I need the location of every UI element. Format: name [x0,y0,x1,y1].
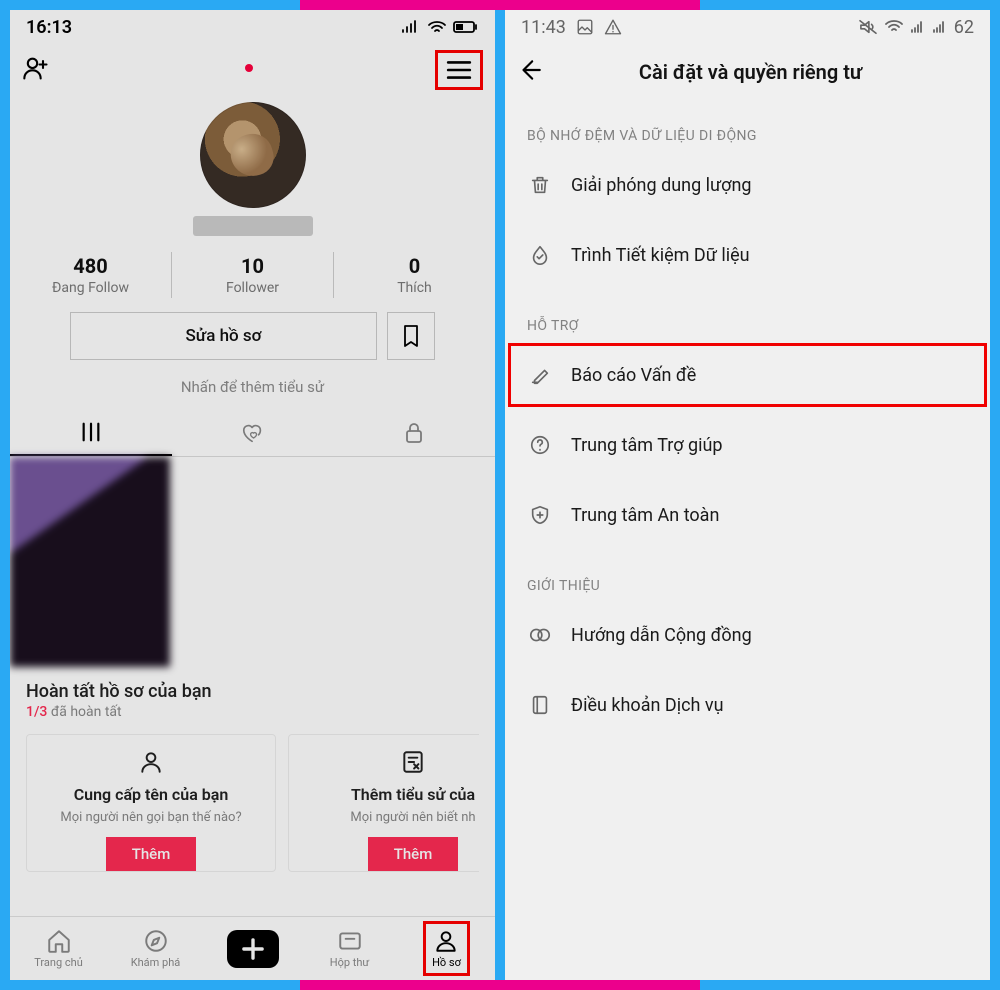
book-icon [527,694,553,716]
phone-right-settings: 11:43 62 Cài đặt và quyền riêng tư BỘ NH… [505,10,990,980]
bookmark-icon [401,324,421,348]
status-time: 16:13 [26,17,72,38]
question-icon [527,434,553,456]
row-free-space[interactable]: Giải phóng dung lượng [505,150,990,220]
stat-likes[interactable]: 0 Thích [333,252,495,298]
row-report-problem[interactable]: Báo cáo Vấn đề [505,340,990,410]
signal-icon [401,20,421,34]
warning-icon [604,18,622,36]
home-icon [46,928,72,954]
add-friend-icon[interactable] [22,54,50,86]
nav-discover[interactable]: Khám phá [107,928,204,969]
edit-note-icon [400,749,426,779]
status-bar: 11:43 62 [505,10,990,44]
bookmark-button[interactable] [387,312,435,360]
row-data-saver[interactable]: Trình Tiết kiệm Dữ liệu [505,220,990,290]
trash-icon [527,174,553,196]
compass-icon [143,928,169,954]
section-about-label: GIỚI THIỆU [505,550,990,600]
handle-redacted [193,216,313,236]
plus-icon [229,932,277,966]
card-add-bio-button[interactable]: Thêm [368,837,459,871]
section-support-label: HỖ TRỢ [505,290,990,340]
tab-private[interactable] [333,410,495,456]
content-tabs [10,410,495,457]
grid-icon [80,421,102,443]
row-safety-center[interactable]: Trung tâm An toàn [505,480,990,550]
inbox-icon [337,928,363,954]
video-thumbnail[interactable] [10,457,170,667]
droplet-icon [527,244,553,266]
decorative-strip-bottom [300,980,700,990]
complete-profile-title: Hoàn tất hồ sơ của bạn [26,681,479,702]
stats-row: 480 Đang Follow 10 Follower 0 Thích [10,252,495,298]
image-icon [576,18,594,36]
edit-profile-button[interactable]: Sửa hồ sơ [70,312,377,360]
avatar[interactable] [200,102,306,208]
row-terms-of-service[interactable]: Điều khoản Dịch vụ [505,670,990,740]
status-right-cluster [401,20,479,34]
card-add-name: Cung cấp tên của bạn Mọi người nên gọi b… [26,734,276,872]
nav-inbox[interactable]: Hộp thư [301,928,398,969]
heart-liked-icon [241,422,265,444]
tab-grid[interactable] [10,410,172,456]
decorative-strip-top [300,0,700,10]
tab-liked[interactable] [172,410,334,456]
battery-icon [453,20,479,34]
hamburger-menu-icon[interactable] [446,59,472,81]
wifi-icon [884,19,904,35]
status-time: 11:43 [521,17,566,38]
person-icon [138,749,164,779]
signal-icon [910,20,926,34]
profile-icon [433,928,459,954]
section-cache-label: BỘ NHỚ ĐỆM VÀ DỮ LIỆU DI ĐỘNG [505,100,990,150]
complete-profile-progress: 1/3 đã hoàn tất [26,704,479,720]
nav-home[interactable]: Trang chủ [10,928,107,969]
row-help-center[interactable]: Trung tâm Trợ giúp [505,410,990,480]
shield-icon [527,504,553,526]
stat-followers[interactable]: 10 Follower [171,252,333,298]
status-bar: 16:13 [10,10,495,44]
pencil-icon [527,364,553,386]
phone-left-profile: 16:13 [10,10,495,980]
card-add-name-button[interactable]: Thêm [106,837,197,871]
nav-create[interactable] [204,932,301,966]
rings-icon [527,624,553,646]
status-battery: 62 [954,17,974,38]
settings-title: Cài đặt và quyền riêng tư [523,60,978,84]
highlight-profile-tab: Hồ sơ [423,921,470,976]
highlight-hamburger [435,50,483,90]
card-add-bio: Thêm tiểu sử của Mọi người nên biết nh T… [288,734,479,872]
wifi-icon [427,20,447,34]
row-community-guidelines[interactable]: Hướng dẫn Cộng đồng [505,600,990,670]
add-bio-link[interactable]: Nhấn để thêm tiểu sử [10,360,495,410]
stat-following[interactable]: 480 Đang Follow [10,252,171,298]
notification-dot [245,64,253,72]
bottom-nav: Trang chủ Khám phá Hộp thư Hồ sơ [10,916,495,980]
signal-icon [932,20,948,34]
nav-profile[interactable]: Hồ sơ [398,921,495,976]
mute-icon [858,19,878,35]
lock-icon [404,422,424,444]
